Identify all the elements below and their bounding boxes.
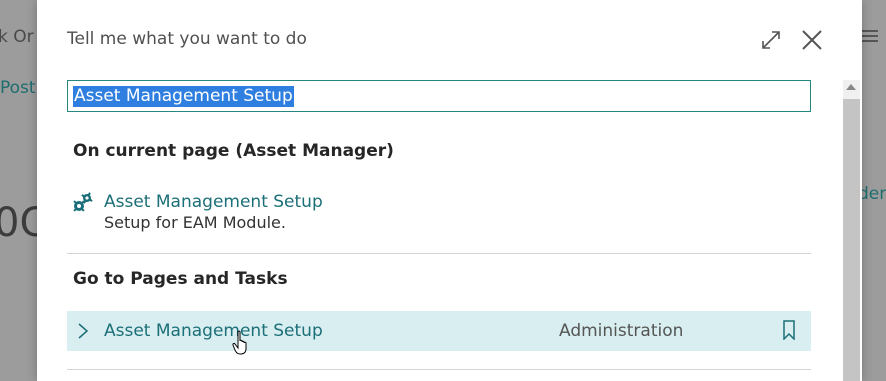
result-row-category: Administration — [559, 321, 684, 341]
search-input-value: Asset Management Setup — [73, 86, 294, 107]
current-page-item-description: Setup for EAM Module. — [104, 213, 286, 232]
hand-cursor-icon — [232, 330, 247, 355]
current-page-item-link[interactable]: Asset Management Setup — [104, 192, 323, 212]
dialog-title: Tell me what you want to do — [67, 29, 307, 49]
scrollbar[interactable] — [843, 80, 860, 381]
background-link: Post — [0, 78, 36, 98]
result-row[interactable]: Asset Management Setup Administration — [67, 311, 811, 351]
tell-me-dialog: Tell me what you want to do Asset Manage… — [37, 0, 862, 381]
section-title-current-page: On current page (Asset Manager) — [73, 141, 394, 161]
search-input[interactable]: Asset Management Setup — [67, 80, 811, 112]
divider — [67, 253, 811, 254]
divider — [67, 369, 811, 370]
result-row-label[interactable]: Asset Management Setup — [104, 321, 323, 341]
expand-icon[interactable] — [759, 28, 783, 52]
close-icon[interactable] — [799, 27, 825, 53]
scrollbar-thumb[interactable] — [843, 99, 860, 381]
setup-gears-icon — [73, 192, 93, 212]
chevron-right-icon[interactable] — [77, 323, 89, 339]
scroll-up-arrow-icon[interactable] — [846, 84, 856, 90]
bookmark-icon[interactable] — [782, 320, 796, 340]
background-text: k Or — [0, 27, 34, 47]
section-title-pages-and-tasks: Go to Pages and Tasks — [73, 269, 288, 289]
background-link: der — [858, 184, 886, 204]
hamburger-menu-icon — [862, 30, 878, 45]
